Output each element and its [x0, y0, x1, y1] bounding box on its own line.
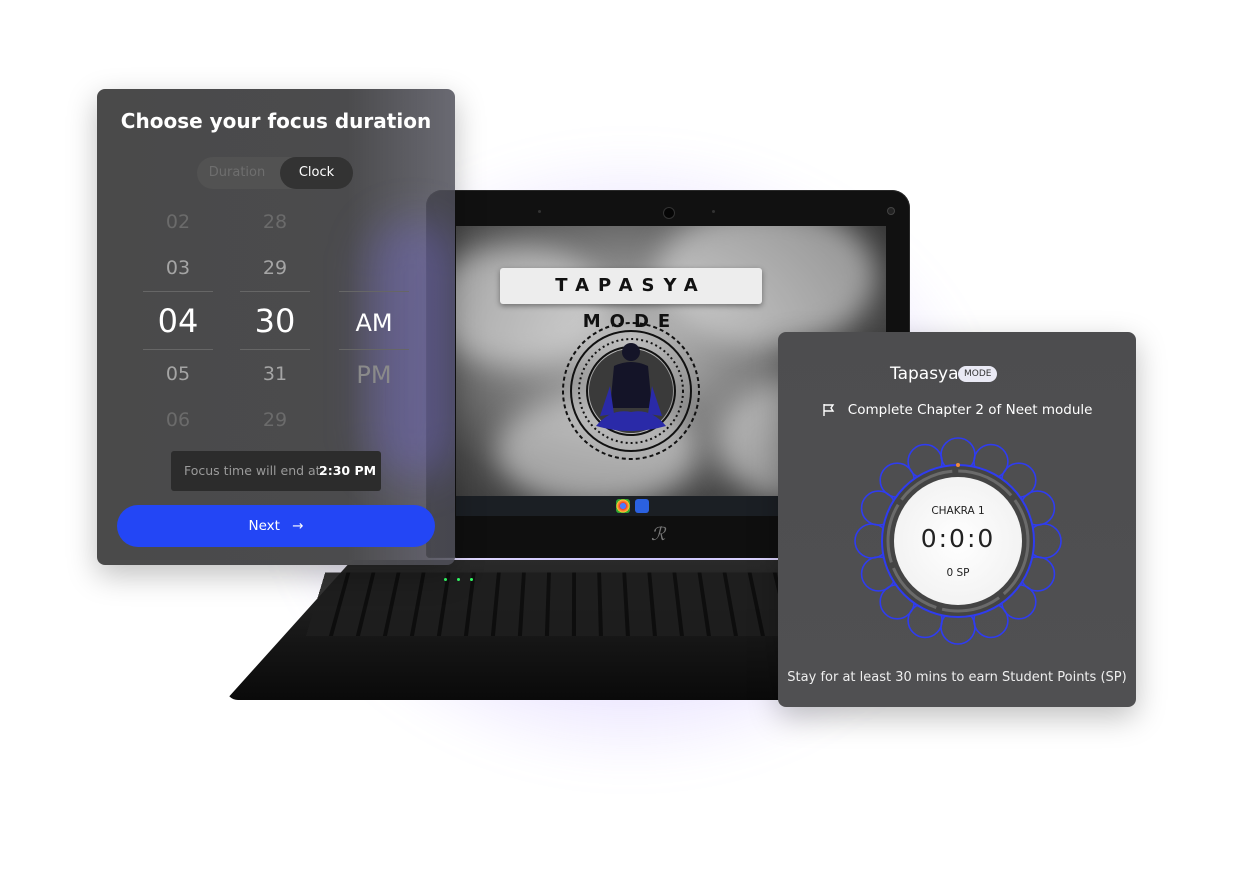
card-title: Choose your focus duration — [120, 109, 432, 133]
chakra-dial: CHAKRA 1 0:0:0 0 SP — [854, 437, 1062, 645]
keyboard — [306, 572, 846, 636]
meridiem-picker[interactable]: AM PM — [339, 209, 409, 439]
selected-minute[interactable]: 30 — [240, 302, 310, 340]
footer-note: Stay for at least 30 mins to earn Studen… — [787, 670, 1127, 685]
task-text: Complete Chapter 2 of Neet module — [847, 402, 1093, 418]
lid-dot — [712, 210, 715, 213]
tab-duration[interactable]: Duration — [197, 157, 277, 189]
tab-clock[interactable]: Clock — [280, 157, 353, 189]
next-label: Next — [248, 518, 280, 534]
tapasya-timer-card: Tapasya MODE Complete Chapter 2 of Neet … — [778, 332, 1136, 707]
meditation-mandala-icon — [562, 322, 700, 460]
end-time-label: Focus time will end at — [184, 463, 321, 478]
meridiem-pm[interactable]: PM — [339, 361, 409, 389]
hour-option[interactable]: 05 — [143, 363, 213, 385]
minute-option[interactable]: 29 — [240, 257, 310, 279]
timer-display: 0:0:0 — [920, 524, 996, 553]
end-time-value: 2:30 PM — [319, 463, 377, 478]
hour-option[interactable]: 03 — [143, 257, 213, 279]
mode-badge: MODE — [958, 366, 998, 382]
next-button[interactable]: Next → — [117, 505, 435, 547]
meridiem-am[interactable]: AM — [339, 309, 409, 337]
hour-option[interactable]: 02 — [143, 211, 213, 233]
webcam-icon — [664, 208, 674, 218]
end-time-info: Focus time will end at 2:30 PM — [171, 451, 381, 491]
app-icon[interactable] — [635, 499, 649, 513]
chakra-label: CHAKRA 1 — [931, 505, 985, 517]
points-display: 0 SP — [946, 567, 970, 579]
hour-option[interactable]: 06 — [143, 409, 213, 431]
chrome-icon[interactable] — [616, 499, 630, 513]
focus-duration-card: Choose your focus duration Duration Cloc… — [97, 89, 455, 565]
minute-option[interactable]: 31 — [240, 363, 310, 385]
brand-logo-icon: ℛ — [651, 524, 666, 545]
arrow-right-icon: → — [292, 518, 304, 534]
lid-indicator — [888, 208, 894, 214]
minute-picker[interactable]: 28 29 30 31 29 — [240, 209, 310, 439]
brand-name: Tapasya — [890, 364, 959, 384]
minute-option[interactable]: 28 — [240, 211, 310, 233]
mode-toggle: Duration Clock — [197, 157, 353, 189]
task-line: Complete Chapter 2 of Neet module — [778, 402, 1136, 418]
timer-face: CHAKRA 1 0:0:0 0 SP — [894, 477, 1022, 605]
minute-option[interactable]: 29 — [240, 409, 310, 431]
selected-hour[interactable]: 04 — [143, 302, 213, 340]
flag-icon — [822, 404, 834, 416]
status-leds — [444, 566, 483, 585]
progress-marker — [956, 463, 960, 467]
tapasya-mode-banner: TAPASYA MODE — [500, 268, 762, 332]
lid-dot — [538, 210, 541, 213]
hour-picker[interactable]: 02 03 04 05 06 — [143, 209, 213, 439]
